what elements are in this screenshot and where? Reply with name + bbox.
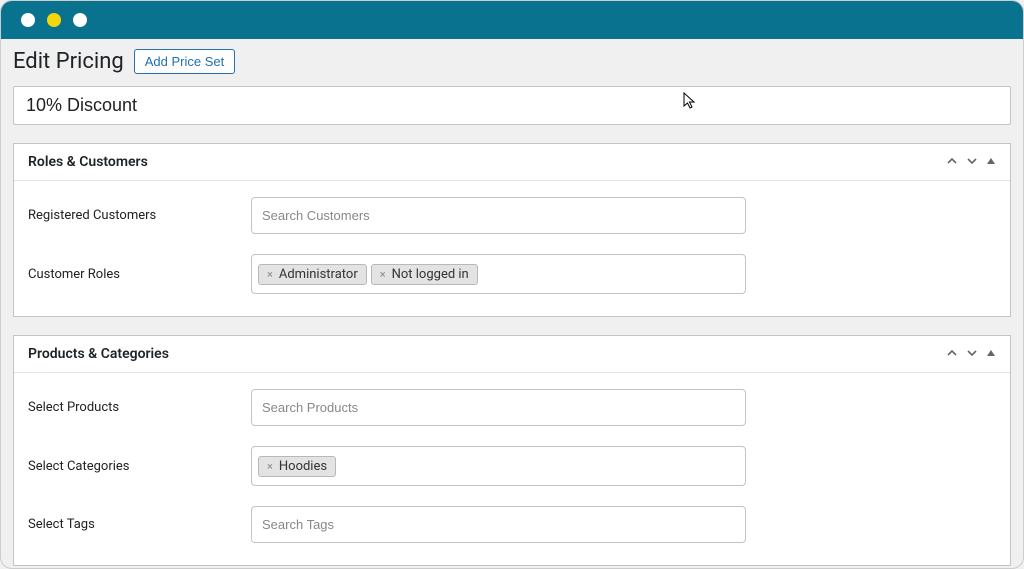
window-dot [73,13,87,27]
field-label: Registered Customers [26,208,251,223]
panel-title: Roles & Customers [28,154,148,170]
panel-actions [946,347,996,362]
chevron-up-icon[interactable] [946,155,958,170]
field-label: Select Tags [26,517,251,532]
chevron-down-icon[interactable] [966,347,978,362]
pricing-title-input[interactable] [13,86,1011,125]
field-row: Select Products [14,379,1010,436]
tag-label: Administrator [279,267,358,282]
search-customers-input[interactable] [251,197,746,234]
close-icon[interactable]: × [267,268,273,281]
tag-label: Not logged in [392,267,469,282]
tag: × Not logged in [371,264,478,285]
roles-customers-panel: Roles & Customers Registered Customers [13,143,1011,317]
panel-body: Registered Customers Customer Roles × Ad… [14,181,1010,316]
page-header: Edit Pricing Add Price Set [13,49,1011,74]
panel-header: Products & Categories [14,336,1010,373]
panel-actions [946,155,996,170]
triangle-up-icon[interactable] [986,348,996,361]
page-title: Edit Pricing [13,49,124,74]
select-categories-input[interactable]: × Hoodies [251,446,746,486]
field-label: Customer Roles [26,267,251,282]
titlebar [1,1,1023,39]
panel-header: Roles & Customers [14,144,1010,181]
panel-title: Products & Categories [28,346,169,362]
search-tags-input[interactable] [251,506,746,543]
tag: × Hoodies [258,456,336,477]
panel-body: Select Products Select Categories × Hood… [14,373,1010,565]
chevron-up-icon[interactable] [946,347,958,362]
field-row: Select Categories × Hoodies [14,436,1010,496]
products-categories-panel: Products & Categories Select Products [13,335,1011,566]
field-label: Select Categories [26,459,251,474]
customer-roles-input[interactable]: × Administrator × Not logged in [251,254,746,294]
window-dot [21,13,35,27]
close-icon[interactable]: × [380,268,386,281]
chevron-down-icon[interactable] [966,155,978,170]
search-products-input[interactable] [251,389,746,426]
triangle-up-icon[interactable] [986,156,996,169]
add-price-set-button[interactable]: Add Price Set [134,49,236,74]
close-icon[interactable]: × [267,460,273,473]
tag: × Administrator [258,264,367,285]
field-label: Select Products [26,400,251,415]
field-row: Registered Customers [14,187,1010,244]
app-window: Edit Pricing Add Price Set Roles & Custo… [0,0,1024,569]
field-row: Select Tags [14,496,1010,553]
field-row: Customer Roles × Administrator × Not log… [14,244,1010,304]
content-area: Edit Pricing Add Price Set Roles & Custo… [1,39,1023,569]
tag-label: Hoodies [279,459,327,474]
window-dot [47,13,61,27]
